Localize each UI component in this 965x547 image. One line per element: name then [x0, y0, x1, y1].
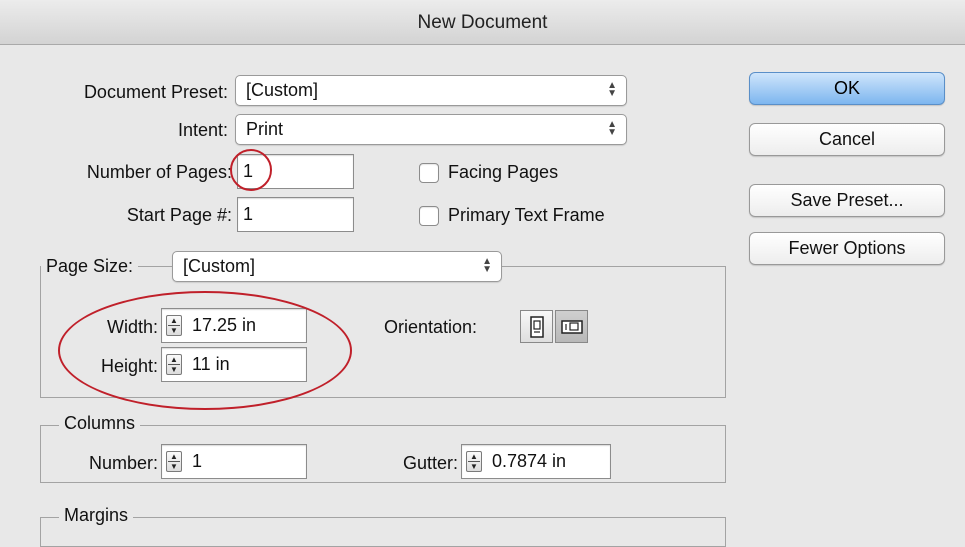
ok-button[interactable]: OK — [749, 72, 945, 105]
stepper-arrows-icon[interactable]: ▲ ▼ — [166, 451, 182, 472]
title-bar: New Document — [0, 0, 965, 45]
gutter-input[interactable]: ▲ ▼ 0.7874 in — [461, 444, 611, 479]
updown-arrows-icon: ▲ ▼ — [607, 119, 617, 138]
intent-select[interactable]: Print ▲ ▼ — [235, 114, 627, 145]
page-size-value: [Custom] — [183, 256, 256, 276]
document-preset-select[interactable]: [Custom] ▲ ▼ — [235, 75, 627, 106]
orientation-label: Orientation: — [384, 317, 478, 337]
gutter-value: 0.7874 in — [492, 451, 567, 471]
portrait-orientation-icon — [529, 316, 544, 338]
landscape-orientation-button[interactable] — [555, 310, 588, 343]
start-page-input[interactable]: 1 — [237, 197, 354, 232]
fewer-options-button[interactable]: Fewer Options — [749, 232, 945, 265]
annotation-circle-pages — [230, 149, 272, 191]
primary-text-frame-label: Primary Text Frame — [448, 205, 605, 225]
start-page-label: Start Page #: — [126, 205, 232, 225]
facing-pages-label: Facing Pages — [448, 162, 559, 182]
intent-value: Print — [246, 119, 284, 139]
facing-pages-checkbox[interactable] — [419, 163, 439, 183]
page-size-label: Page Size: — [41, 256, 139, 280]
stepper-arrows-icon[interactable]: ▲ ▼ — [466, 451, 482, 472]
dialog-title: New Document — [417, 12, 548, 33]
page-size-select[interactable]: [Custom] ▲ ▼ — [172, 251, 502, 282]
margins-group-label: Margins — [59, 505, 134, 529]
gutter-label: Gutter: — [402, 453, 458, 473]
intent-label: Intent: — [177, 120, 228, 140]
landscape-orientation-icon — [560, 320, 583, 334]
columns-number-label: Number: — [88, 453, 158, 473]
save-preset-button[interactable]: Save Preset... — [749, 184, 945, 217]
updown-arrows-icon: ▲ ▼ — [482, 256, 492, 275]
portrait-orientation-button[interactable] — [520, 310, 553, 343]
cancel-button[interactable]: Cancel — [749, 123, 945, 156]
columns-number-input[interactable]: ▲ ▼ 1 — [161, 444, 307, 479]
document-preset-value: [Custom] — [246, 80, 319, 100]
primary-text-frame-checkbox[interactable] — [419, 206, 439, 226]
annotation-ellipse-dimensions — [58, 291, 352, 410]
columns-group-label: Columns — [59, 413, 141, 437]
margins-group — [40, 517, 726, 547]
updown-arrows-icon: ▲ ▼ — [607, 80, 617, 99]
columns-number-value: 1 — [192, 451, 203, 471]
document-preset-label: Document Preset: — [83, 82, 228, 102]
number-of-pages-label: Number of Pages: — [86, 162, 232, 182]
